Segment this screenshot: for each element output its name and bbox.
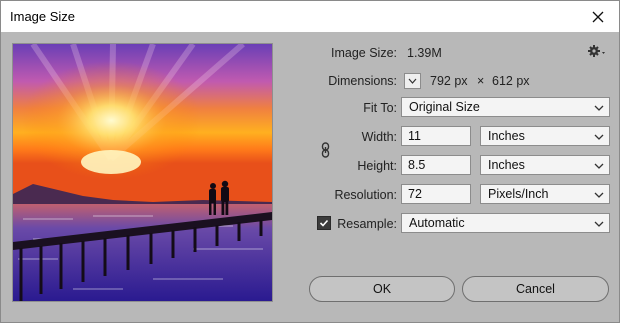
- height-label: Height:: [357, 159, 397, 173]
- window-title: Image Size: [10, 9, 76, 24]
- resolution-label: Resolution:: [334, 188, 397, 202]
- image-size-value: 1.39M: [407, 46, 442, 60]
- resolution-input[interactable]: 72: [401, 184, 471, 204]
- height-unit-dropdown[interactable]: Inches: [480, 155, 610, 175]
- chevron-down-icon: [594, 105, 604, 111]
- resample-value: Automatic: [409, 216, 465, 230]
- dimensions-label: Dimensions:: [328, 74, 397, 88]
- chevron-down-icon: [594, 221, 604, 227]
- dimensions-width-value: 792 px: [430, 74, 468, 88]
- dimensions-height-value: 612 px: [492, 74, 530, 88]
- width-input[interactable]: 11: [401, 126, 471, 146]
- chevron-down-icon: [594, 163, 604, 169]
- fit-to-label: Fit To:: [363, 101, 397, 115]
- chevron-down-icon: [408, 78, 417, 84]
- image-size-label: Image Size:: [330, 46, 397, 60]
- height-input[interactable]: 8.5: [401, 155, 471, 175]
- gear-icon: [588, 45, 605, 57]
- link-icon: [321, 142, 330, 158]
- constrain-proportions-button[interactable]: [320, 141, 332, 159]
- ok-button[interactable]: OK: [309, 276, 455, 302]
- width-label: Width:: [361, 130, 397, 144]
- fit-to-dropdown[interactable]: Original Size: [401, 97, 610, 117]
- chevron-down-icon: [594, 134, 604, 140]
- resample-label: Resample:: [337, 217, 397, 231]
- image-preview[interactable]: [12, 43, 273, 302]
- height-unit-value: Inches: [488, 158, 525, 172]
- resolution-unit-dropdown[interactable]: Pixels/Inch: [480, 184, 610, 204]
- width-unit-value: Inches: [488, 129, 525, 143]
- title-bar: Image Size: [1, 1, 619, 32]
- width-unit-dropdown[interactable]: Inches: [480, 126, 610, 146]
- close-button[interactable]: [583, 3, 613, 30]
- resample-checkbox[interactable]: [317, 216, 331, 230]
- dimensions-unit-dropdown[interactable]: [404, 73, 421, 89]
- cancel-button[interactable]: Cancel: [462, 276, 609, 302]
- chevron-down-icon: [594, 192, 604, 198]
- resolution-unit-value: Pixels/Inch: [488, 187, 549, 201]
- dimensions-separator: ×: [477, 74, 485, 88]
- resample-dropdown[interactable]: Automatic: [401, 213, 610, 233]
- settings-menu-button[interactable]: [587, 43, 609, 61]
- image-size-dialog: Image Size Image Size: 1.39M Dimensions:…: [0, 0, 620, 323]
- checkmark-icon: [319, 219, 329, 227]
- fit-to-value: Original Size: [409, 100, 480, 114]
- sunset-pier-photo: [13, 44, 272, 301]
- close-icon: [592, 11, 604, 22]
